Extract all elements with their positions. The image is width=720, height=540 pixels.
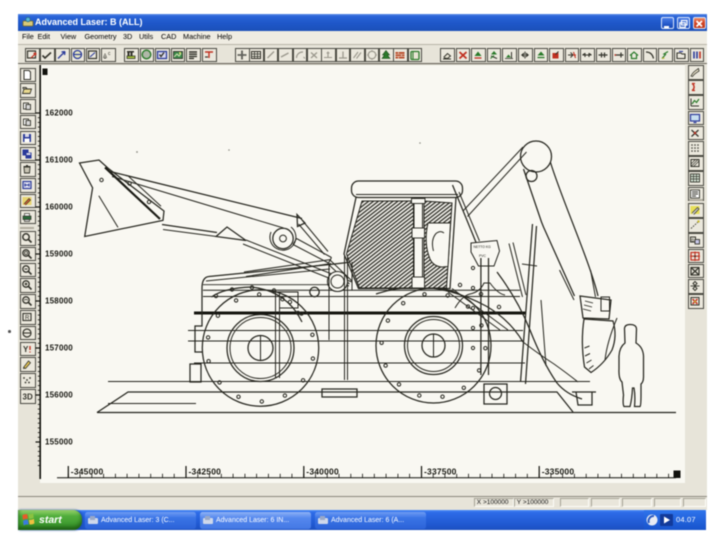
svg-text:-335000: -335000: [542, 466, 575, 476]
svg-text:-345000: -345000: [71, 466, 104, 476]
svg-text:-342500: -342500: [189, 466, 222, 476]
svg-text:162000: 162000: [45, 109, 73, 118]
svg-text:160000: 160000: [45, 203, 73, 212]
svg-text:156000: 156000: [45, 391, 73, 400]
svg-text:NETTO KG: NETTO KG: [474, 245, 492, 249]
svg-text:-340000: -340000: [306, 466, 339, 476]
svg-text:155000: 155000: [45, 438, 73, 447]
svg-text:161000: 161000: [45, 156, 73, 165]
svg-text:159000: 159000: [45, 250, 73, 259]
svg-text:158000: 158000: [45, 297, 73, 306]
svg-text:157000: 157000: [45, 344, 73, 353]
svg-text:PVC: PVC: [479, 254, 487, 258]
svg-text:-337500: -337500: [424, 466, 457, 476]
